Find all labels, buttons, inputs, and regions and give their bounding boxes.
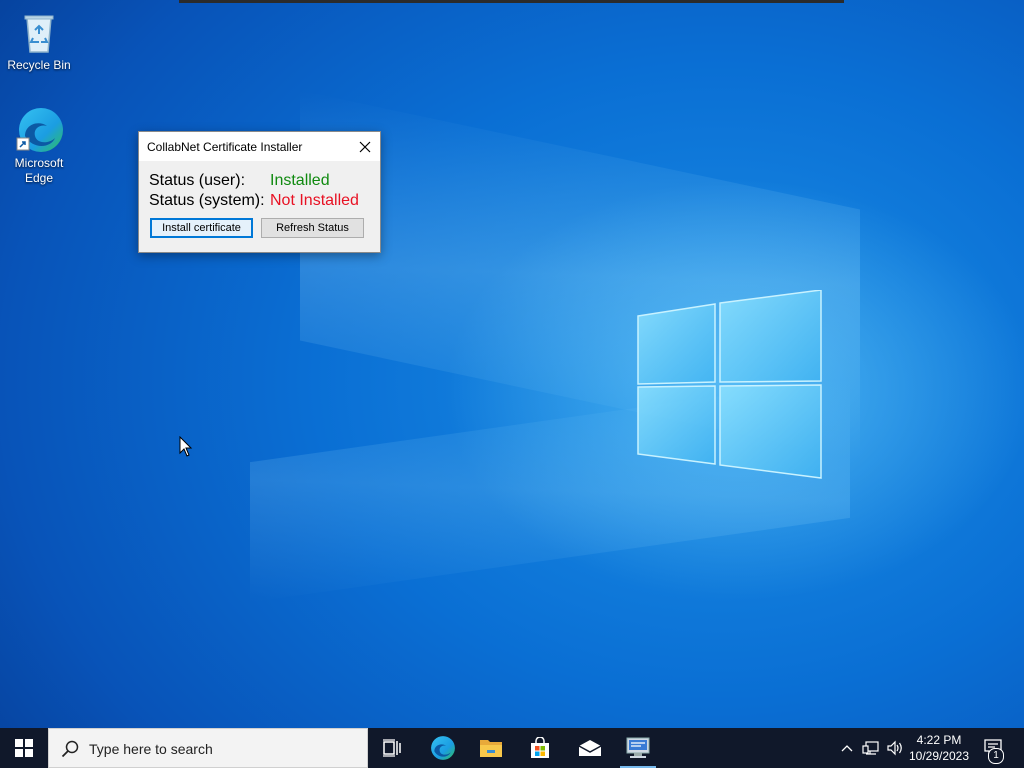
start-button[interactable] xyxy=(0,728,48,768)
action-center-button[interactable]: 1 xyxy=(978,728,1010,768)
taskbar-search-box[interactable]: Type here to search xyxy=(48,728,368,768)
file-explorer-icon xyxy=(480,740,502,757)
dialog-titlebar[interactable]: CollabNet Certificate Installer xyxy=(139,132,380,161)
search-placeholder: Type here to search xyxy=(89,741,213,757)
chevron-up-icon xyxy=(841,745,853,752)
edge-icon xyxy=(15,106,63,154)
taskbar-edge-button[interactable] xyxy=(419,728,467,768)
desktop-icon-label: Microsoft Edge xyxy=(14,156,64,185)
desktop: Recycle Bin Microsoft Edge CollabNet Cer… xyxy=(0,0,1024,728)
certificate-installer-icon xyxy=(626,737,650,758)
clock-time: 4:22 PM xyxy=(916,733,962,747)
network-button[interactable] xyxy=(860,728,882,768)
network-icon xyxy=(862,741,879,755)
search-icon xyxy=(61,740,79,758)
volume-button[interactable] xyxy=(884,728,906,768)
taskbar-mail-button[interactable] xyxy=(566,728,614,768)
task-view-button[interactable] xyxy=(368,728,416,768)
desktop-icon-recycle-bin[interactable]: Recycle Bin xyxy=(1,8,77,73)
close-icon xyxy=(359,141,371,152)
taskbar-file-explorer-button[interactable] xyxy=(467,728,515,768)
certificate-installer-dialog: CollabNet Certificate Installer Status (… xyxy=(138,131,381,253)
mouse-cursor-icon xyxy=(179,436,193,457)
notification-count-badge: 1 xyxy=(988,748,1004,764)
status-user-label: Status (user): xyxy=(149,172,246,189)
speaker-icon xyxy=(887,740,902,756)
status-system-label: Status (system): xyxy=(149,192,265,209)
taskbar-certificate-installer-button[interactable] xyxy=(614,728,662,768)
taskbar: Type here to search 4:22 PM 10/29/2023 1 xyxy=(0,728,1024,768)
microsoft-store-icon xyxy=(531,737,549,758)
top-window-edge xyxy=(179,0,844,3)
show-hidden-icons-button[interactable] xyxy=(838,728,856,768)
windows-start-icon xyxy=(15,739,33,757)
refresh-status-button[interactable]: Refresh Status xyxy=(261,218,364,238)
recycle-bin-icon xyxy=(15,8,63,56)
status-system-value: Not Installed xyxy=(270,192,359,209)
install-certificate-button[interactable]: Install certificate xyxy=(150,218,253,238)
desktop-icon-edge[interactable]: Microsoft Edge xyxy=(1,106,77,186)
mail-icon xyxy=(578,740,602,756)
windows-logo-wallpaper xyxy=(637,290,822,479)
desktop-icon-label: Recycle Bin xyxy=(7,58,71,72)
taskbar-store-button[interactable] xyxy=(516,728,564,768)
clock[interactable]: 4:22 PM 10/29/2023 xyxy=(906,732,972,764)
clock-date: 10/29/2023 xyxy=(908,749,970,763)
task-view-icon xyxy=(383,739,401,757)
close-button[interactable] xyxy=(350,132,380,161)
edge-icon xyxy=(431,736,455,760)
status-user-value: Installed xyxy=(270,172,330,189)
dialog-title: CollabNet Certificate Installer xyxy=(147,140,303,154)
